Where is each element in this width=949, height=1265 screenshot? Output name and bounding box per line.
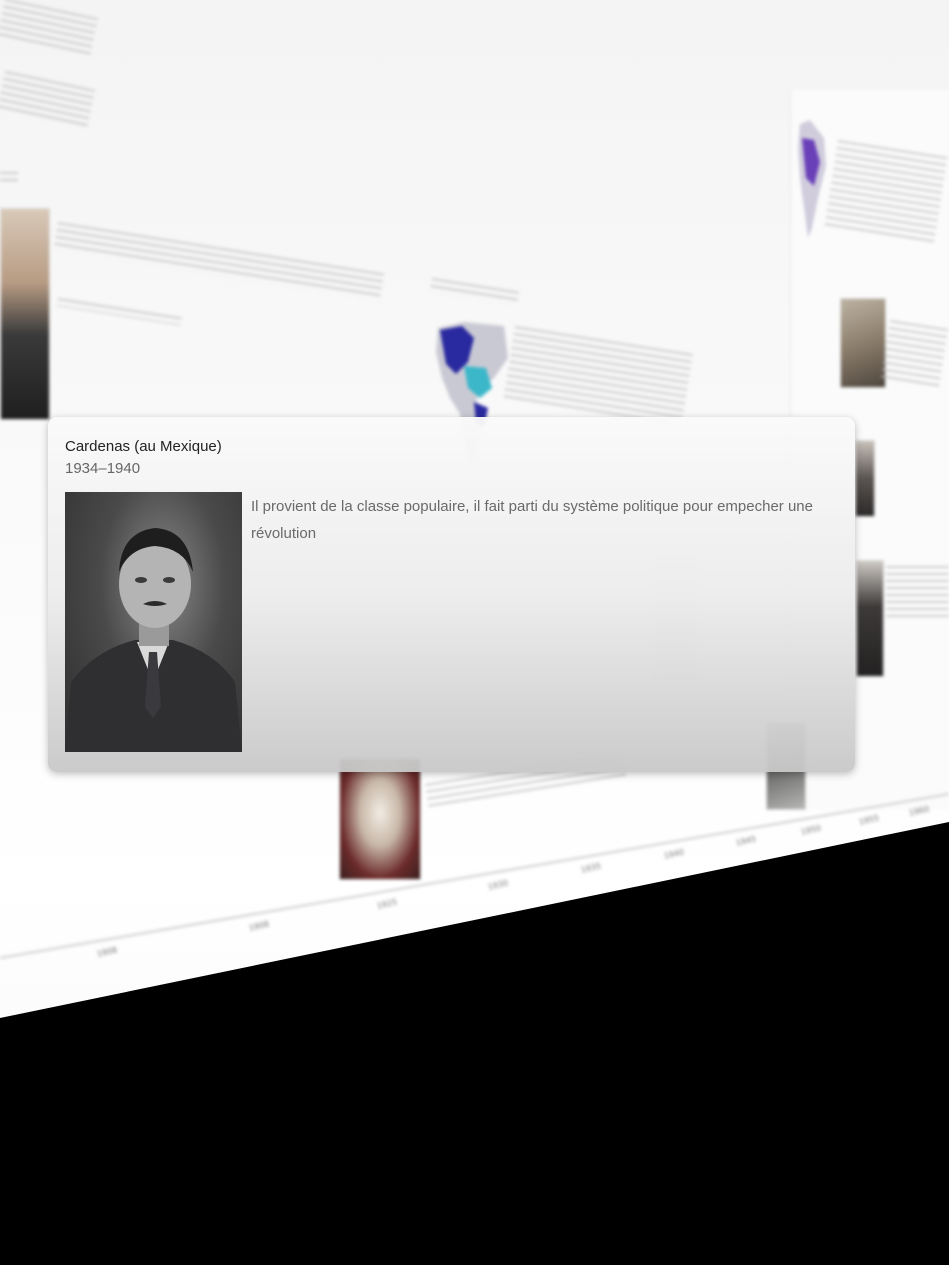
portrait-figure — [65, 528, 242, 752]
portrait-photo-icon — [65, 492, 242, 752]
event-dates: 1934–1940 — [65, 460, 141, 477]
event-description: Il provient de la classe populaire, il f… — [251, 498, 813, 542]
event-detail-popup[interactable]: Cardenas (au Mexique) 1934–1940 Il provi… — [48, 417, 855, 772]
event-title: Cardenas (au Mexique) — [65, 438, 222, 455]
timeline-viewport: 1908 1908 1925 1930 1935 1940 1945 1950 … — [0, 0, 949, 1265]
